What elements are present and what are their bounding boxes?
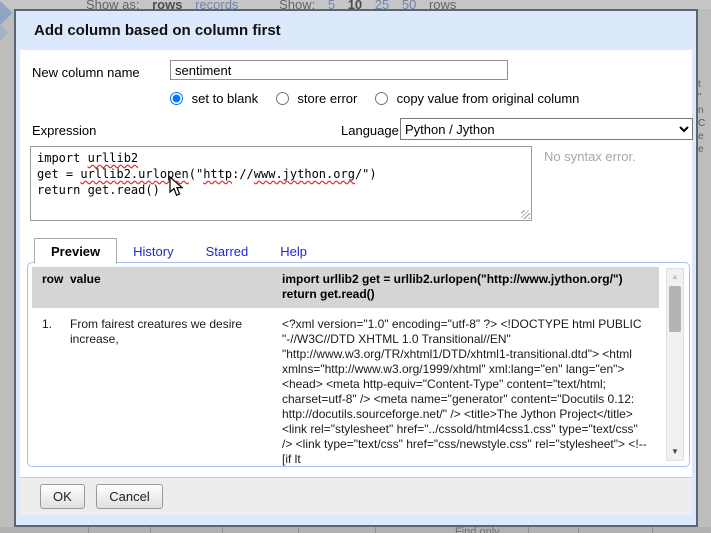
dialog-footer: OK Cancel: [20, 477, 692, 515]
column-header-value: value: [70, 272, 282, 302]
on-error-option-set-to-blank: set to blank: [170, 91, 262, 106]
app-logo-fragment-icon: [0, 25, 8, 41]
preview-header-row: row value import urllib2 get = urllib2.u…: [32, 267, 659, 308]
view-mode-records-link: records: [195, 0, 238, 9]
dialog-body: New column name set to blank store error…: [20, 50, 692, 477]
background-data-table: Find only: [0, 527, 711, 533]
syntax-status: No syntax error.: [544, 149, 636, 164]
scroll-down-icon[interactable]: ▼: [667, 445, 683, 459]
column-header-expression: import urllib2 get = urllib2.urlopen("ht…: [282, 272, 659, 302]
show-as-label: Show as:: [86, 0, 139, 9]
preview-scrollbar[interactable]: ▲ ▼: [666, 268, 684, 461]
add-column-dialog: Add column based on column first New col…: [14, 9, 698, 527]
new-column-name-label: New column name: [32, 65, 140, 80]
table-gridline: [528, 527, 529, 533]
row-value: From fairest creatures we desire increas…: [70, 317, 282, 467]
dialog-title: Add column based on column first: [20, 11, 692, 50]
resize-handle-icon[interactable]: [521, 210, 530, 219]
table-gridline: [375, 527, 376, 533]
rows-suffix-label: rows: [429, 0, 456, 9]
language-label: Language: [341, 123, 399, 138]
tab-bar: Preview History Starred Help: [34, 237, 323, 263]
set-to-blank-label: set to blank: [192, 91, 259, 106]
background-show-as-row: Show as: rows records Show: 5 10 25 50 r…: [86, 0, 465, 9]
page-size-5: 5: [328, 0, 335, 9]
expression-code: import urllib2get = urllib2.urlopen("htt…: [37, 150, 525, 198]
column-header-row: row: [32, 272, 70, 302]
on-error-option-copy-value: copy value from original column: [375, 91, 579, 106]
page-size-10: 10: [348, 0, 362, 9]
page-background: Show as: rows records Show: 5 10 25 50 r…: [0, 0, 711, 533]
ok-button[interactable]: OK: [40, 484, 85, 509]
copy-value-radio[interactable]: [375, 92, 388, 105]
background-text-fragments: t " n C e e: [698, 78, 711, 173]
page-size-25: 25: [375, 0, 389, 9]
table-gridline: [150, 527, 151, 533]
tab-help[interactable]: Help: [264, 239, 323, 263]
preview-row: 1. From fairest creatures we desire incr…: [32, 317, 659, 467]
row-result: <?xml version="1.0" encoding="utf-8" ?> …: [282, 317, 659, 467]
tab-history[interactable]: History: [117, 239, 189, 263]
expression-input[interactable]: import urllib2get = urllib2.urlopen("htt…: [30, 146, 532, 221]
expression-label: Expression: [32, 123, 96, 138]
new-column-name-input[interactable]: [170, 60, 508, 80]
store-error-label: store error: [297, 91, 357, 106]
tab-starred[interactable]: Starred: [190, 239, 265, 263]
language-select[interactable]: Python / Jython: [400, 118, 693, 140]
scroll-up-icon[interactable]: ▲: [667, 270, 683, 284]
show-label: Show:: [279, 0, 315, 9]
copy-value-label: copy value from original column: [397, 91, 580, 106]
on-error-option-store-error: store error: [276, 91, 361, 106]
store-error-radio[interactable]: [276, 92, 289, 105]
table-gridline: [578, 527, 579, 533]
background-view-controls: Show as: rows records Show: 5 10 25 50 r…: [0, 0, 711, 9]
tab-preview[interactable]: Preview: [34, 238, 117, 264]
preview-panel: row value import urllib2 get = urllib2.u…: [27, 262, 690, 467]
table-gridline: [222, 527, 223, 533]
table-gridline: [652, 527, 653, 533]
view-mode-rows: rows: [152, 0, 182, 9]
table-gridline: [88, 527, 89, 533]
page-size-50: 50: [402, 0, 416, 9]
table-gridline: [298, 527, 299, 533]
cancel-button[interactable]: Cancel: [96, 484, 162, 509]
find-only-label: Find only: [455, 527, 500, 533]
set-to-blank-radio[interactable]: [170, 92, 183, 105]
mouse-cursor-icon: [169, 176, 183, 197]
on-error-options: set to blank store error copy value from…: [170, 91, 593, 106]
row-index: 1.: [32, 317, 70, 467]
scrollbar-thumb[interactable]: [669, 286, 681, 332]
